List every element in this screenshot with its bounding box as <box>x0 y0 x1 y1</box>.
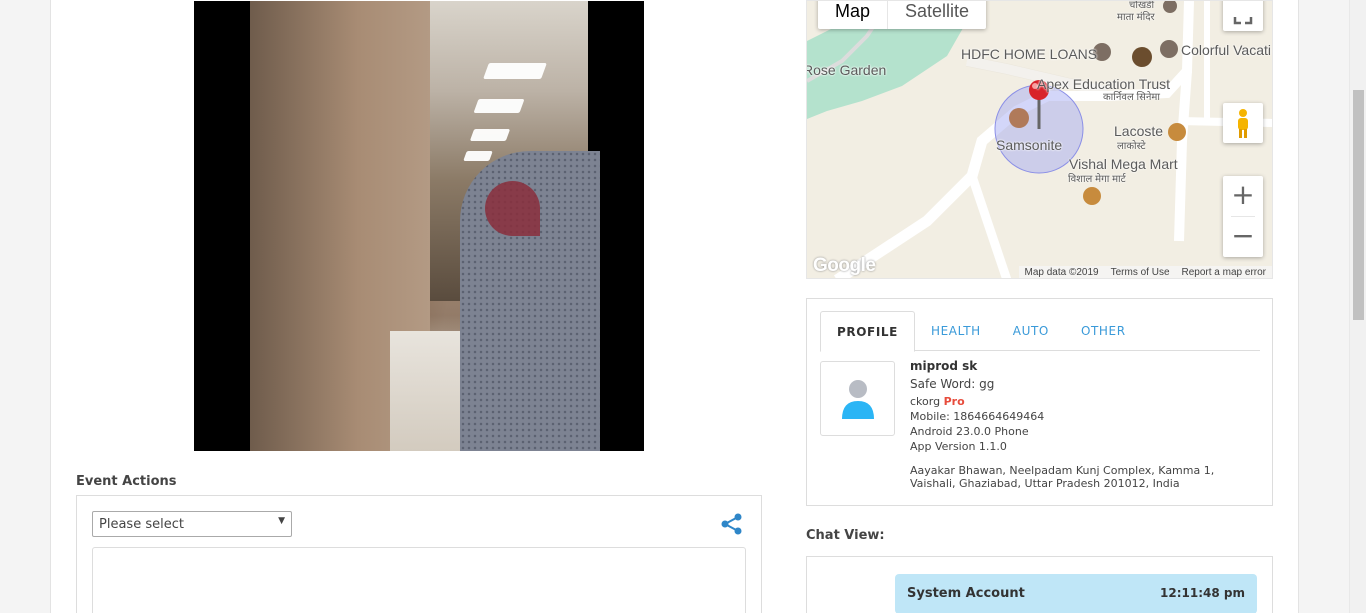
zoom-control: + − <box>1223 176 1263 257</box>
event-actions-panel: Please select ▼ <box>76 495 762 613</box>
terms-link[interactable]: Terms of Use <box>1111 267 1170 278</box>
video-frame <box>250 1 600 451</box>
mobile-number: Mobile: 1864664649464 <box>910 410 1045 423</box>
tab-auto[interactable]: AUTO <box>997 311 1065 351</box>
place-label: Rose Garden <box>806 62 887 78</box>
map-type-control: Map Satellite <box>818 1 987 29</box>
dropdown-arrow-icon: ▼ <box>278 516 285 526</box>
place-label: लाकोस्टे <box>1117 141 1146 152</box>
user-address: Aayakar Bhawan, Neelpadam Kunj Complex, … <box>910 464 1215 490</box>
action-select[interactable]: Please select ▼ <box>92 511 292 537</box>
place-label: Lacoste <box>1114 123 1164 139</box>
report-error-link[interactable]: Report a map error <box>1182 267 1266 278</box>
tab-health[interactable]: HEALTH <box>915 311 997 351</box>
place-label: माता मंदिर <box>1117 12 1155 23</box>
fullscreen-icon <box>1233 17 1253 25</box>
map-attribution: Map data ©2019 Terms of Use Report a map… <box>1018 266 1272 278</box>
scrollbar-thumb[interactable] <box>1353 90 1364 320</box>
place-label: HDFC HOME LOANS <box>961 46 1098 62</box>
profile-tabs: PROFILE HEALTH AUTO OTHER <box>820 311 1260 352</box>
chat-timestamp: 12:11:48 pm <box>1160 586 1245 600</box>
google-logo[interactable]: Google <box>813 255 876 277</box>
tab-other[interactable]: OTHER <box>1065 311 1142 351</box>
map-data-text: Map data ©2019 <box>1024 267 1099 278</box>
place-label: Samsonite <box>996 137 1063 153</box>
profile-card: PROFILE HEALTH AUTO OTHER miprod sk Safe… <box>806 298 1273 506</box>
org-name: ckorg <box>910 395 941 408</box>
page-scrollbar[interactable] <box>1349 0 1366 613</box>
zoom-in-button[interactable]: + <box>1223 176 1263 216</box>
chat-view-panel: System Account 12:11:48 pm <box>806 556 1273 613</box>
pegman-icon <box>1238 109 1248 138</box>
place-label: Colorful Vacati <box>1181 42 1272 58</box>
zoom-out-button[interactable]: − <box>1223 217 1263 257</box>
safe-word: Safe Word: gg <box>910 377 995 391</box>
action-select-value: Please select <box>99 517 184 532</box>
action-notes-textarea[interactable] <box>92 547 746 613</box>
map-type-map-button[interactable]: Map <box>818 1 889 29</box>
device-info: Android 23.0.0 Phone <box>910 425 1029 438</box>
chat-sender: System Account <box>907 586 1025 601</box>
tab-profile[interactable]: PROFILE <box>820 311 915 352</box>
user-avatar-icon <box>842 380 874 419</box>
user-name: miprod sk <box>910 359 978 373</box>
location-map[interactable]: Rose Garden HDFC HOME LOANS Colorful Vac… <box>806 0 1273 279</box>
event-actions-title: Event Actions <box>76 474 177 489</box>
map-type-satellite-button[interactable]: Satellite <box>888 1 986 29</box>
pro-badge: Pro <box>943 395 965 408</box>
street-view-pegman-button[interactable] <box>1223 103 1263 143</box>
organization: ckorg Pro <box>910 394 1044 409</box>
chat-message: System Account 12:11:48 pm <box>895 574 1257 613</box>
app-version: App Version 1.1.0 <box>910 440 1007 453</box>
event-video[interactable] <box>194 1 644 451</box>
share-icon[interactable] <box>719 512 745 536</box>
fullscreen-button[interactable] <box>1223 1 1263 31</box>
avatar <box>820 361 895 436</box>
place-label: विशाल मेगा मार्ट <box>1068 174 1126 185</box>
place-label: कार्निवल सिनेमा <box>1103 92 1160 103</box>
chat-view-title: Chat View: <box>806 528 885 543</box>
place-label: Vishal Mega Mart <box>1069 156 1178 172</box>
profile-info: miprod sk Safe Word: gg ckorg Pro Mobile… <box>910 359 1044 454</box>
